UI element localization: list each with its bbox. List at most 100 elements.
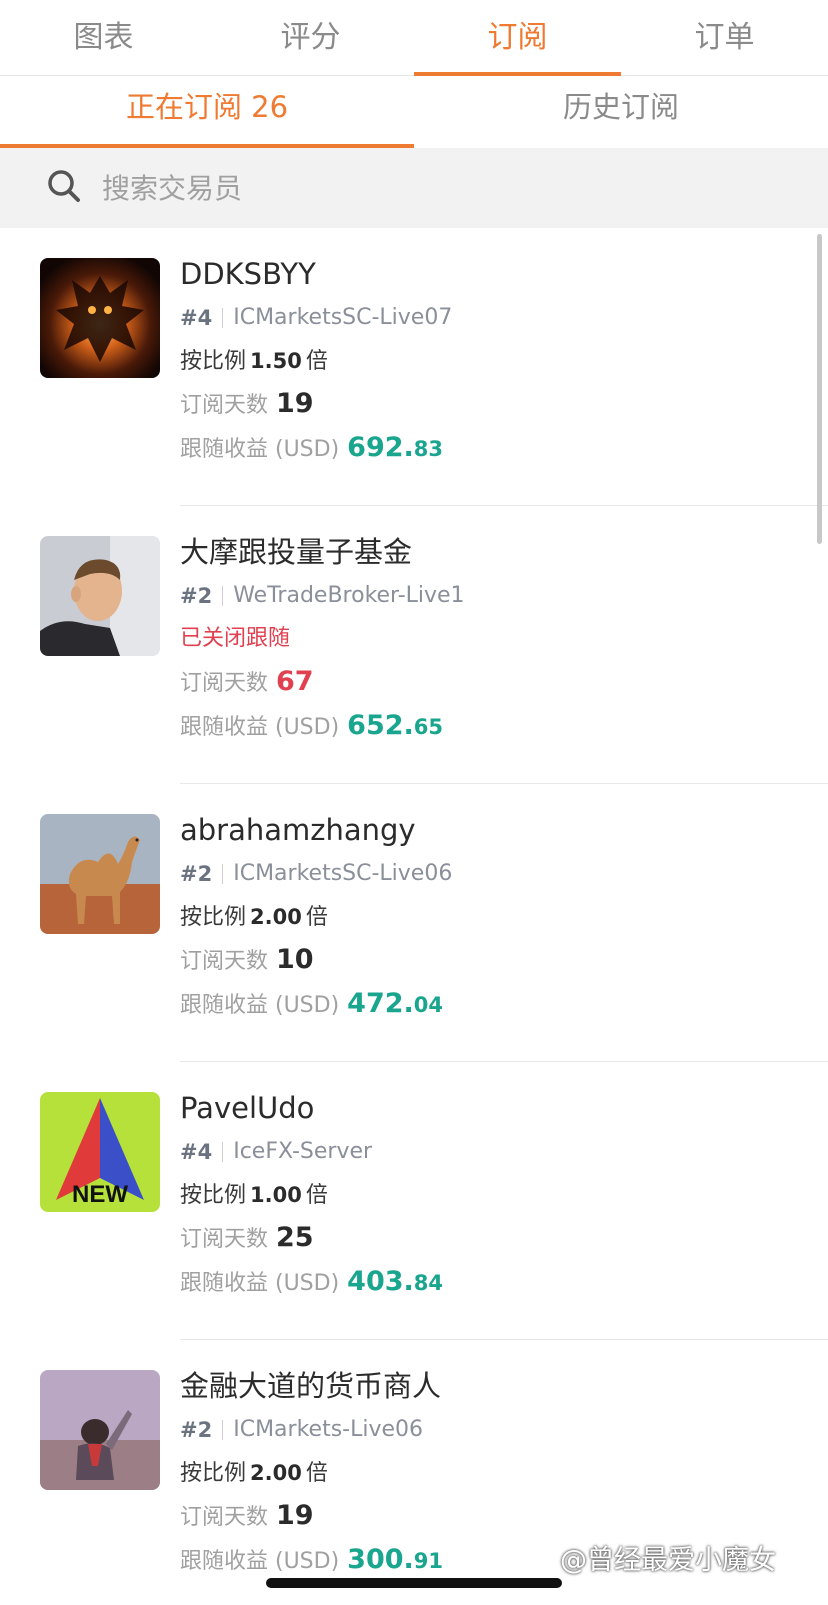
dark-demon-icon xyxy=(40,258,160,378)
profit-value: 692.83 xyxy=(347,432,444,463)
profit-value: 403.84 xyxy=(347,1266,444,1297)
scrollbar[interactable] xyxy=(817,234,822,544)
tab-label: 图表 xyxy=(73,19,134,55)
profit-line: 跟随收益 (USD) 403.84 xyxy=(180,1260,808,1304)
days-value: 19 xyxy=(276,388,314,419)
profit-label: 跟随收益 (USD) xyxy=(180,715,340,740)
tab-label: 订阅 xyxy=(487,19,548,55)
rank-badge: #4 xyxy=(180,306,213,330)
server-name: ICMarkets-Live06 xyxy=(233,1417,424,1442)
days-label: 订阅天数 xyxy=(180,1505,269,1530)
ratio-unit: 倍 xyxy=(305,349,328,374)
trader-info: PavelUdo #4 IceFX-Server 按比例 1.00 倍 订阅天数 25 … xyxy=(180,1086,808,1304)
profit-label: 跟随收益 (USD) xyxy=(180,1549,340,1574)
avatar-new-label: NEW xyxy=(72,1181,128,1208)
profit-label: 跟随收益 (USD) xyxy=(180,1271,340,1296)
days-label: 订阅天数 xyxy=(180,1227,269,1252)
days-line: 订阅天数 67 xyxy=(180,660,808,704)
search-input[interactable] xyxy=(102,171,702,205)
profit-decimal: 65 xyxy=(413,715,444,739)
tab-label: 评分 xyxy=(280,19,341,55)
trader-info: 大摩跟投量子基金 #2 WeTradeBroker-Live1 已关闭跟随 订阅天… xyxy=(180,530,808,748)
trader-name: 大摩跟投量子基金 xyxy=(180,535,413,569)
profit-integer: 652. xyxy=(347,710,414,741)
tab-label: 正在订阅 26 xyxy=(125,90,289,124)
top-tab-bar: 图表 评分 订阅 订单 xyxy=(0,0,828,76)
home-indicator[interactable] xyxy=(266,1578,562,1588)
days-value: 67 xyxy=(276,666,314,697)
days-value: 25 xyxy=(276,1222,314,1253)
divider xyxy=(222,864,224,884)
trader-name: abrahamzhangy xyxy=(180,813,416,847)
child-photo-icon xyxy=(40,1370,160,1490)
new-arrow-icon: NEW xyxy=(40,1092,160,1212)
rank-badge: #2 xyxy=(180,584,213,608)
profit-decimal: 83 xyxy=(413,437,444,461)
tab-current-subscriptions[interactable]: 正在订阅 26 xyxy=(0,76,414,148)
profit-line: 跟随收益 (USD) 652.65 xyxy=(180,704,808,748)
ratio-value: 1.50 xyxy=(250,349,302,373)
days-label: 订阅天数 xyxy=(180,671,269,696)
server-line: #2 ICMarkets-Live06 xyxy=(180,1408,808,1452)
profit-line: 跟随收益 (USD) 472.04 xyxy=(180,982,808,1026)
profit-value: 652.65 xyxy=(347,710,444,741)
search-icon[interactable] xyxy=(46,168,82,208)
list-item[interactable]: 大摩跟投量子基金 #2 WeTradeBroker-Live1 已关闭跟随 订阅天… xyxy=(0,506,828,784)
trader-name: DDKSBYY xyxy=(180,257,316,291)
trader-name: PavelUdo xyxy=(180,1091,315,1125)
list-item[interactable]: abrahamzhangy #2 ICMarketsSC-Live06 按比例 2.… xyxy=(0,784,828,1062)
ratio-unit: 倍 xyxy=(305,905,328,930)
trader-info: abrahamzhangy #2 ICMarketsSC-Live06 按比例 2.… xyxy=(180,808,808,1026)
profit-integer: 472. xyxy=(347,988,414,1019)
server-name: IceFX-Server xyxy=(233,1139,373,1164)
ratio-value: 1.00 xyxy=(250,1183,302,1207)
ratio-value: 2.00 xyxy=(250,905,302,929)
tab-subscription[interactable]: 订阅 xyxy=(414,0,621,76)
rank-badge: #4 xyxy=(180,1140,213,1164)
server-line: #2 ICMarketsSC-Live06 xyxy=(180,852,808,896)
server-line: #2 WeTradeBroker-Live1 xyxy=(180,574,808,618)
trader-info: DDKSBYY #4 ICMarketsSC-Live07 按比例 1.50 倍 订阅… xyxy=(180,252,808,470)
ratio-line: 按比例 2.00 倍 xyxy=(180,896,808,938)
watermark: @曾经最爱小魔女 xyxy=(560,1545,776,1576)
divider xyxy=(222,586,224,606)
tab-label: 历史订阅 xyxy=(562,90,679,124)
list-item[interactable]: DDKSBYY #4 ICMarketsSC-Live07 按比例 1.50 倍 订阅… xyxy=(0,228,828,506)
profit-integer: 300. xyxy=(347,1544,414,1575)
tab-orders[interactable]: 订单 xyxy=(621,0,828,75)
ratio-unit: 倍 xyxy=(305,1183,328,1208)
days-line: 订阅天数 19 xyxy=(180,382,808,426)
profit-integer: 692. xyxy=(347,432,414,463)
server-name: WeTradeBroker-Live1 xyxy=(233,583,465,608)
camel-icon xyxy=(40,814,160,934)
profit-integer: 403. xyxy=(347,1266,414,1297)
ratio-unit: 倍 xyxy=(305,1461,328,1486)
tab-rating[interactable]: 评分 xyxy=(207,0,414,75)
tab-label: 订单 xyxy=(694,19,755,55)
search-bar xyxy=(0,148,828,228)
ratio-value: 2.00 xyxy=(250,1461,302,1485)
ratio-line: 按比例 1.00 倍 xyxy=(180,1174,808,1216)
profit-decimal: 84 xyxy=(413,1271,444,1295)
ratio-line: 按比例 1.50 倍 xyxy=(180,340,808,382)
status-line: 已关闭跟随 xyxy=(180,626,291,651)
ratio-label: 按比例 xyxy=(180,1183,247,1208)
tab-history-subscriptions[interactable]: 历史订阅 xyxy=(414,76,828,148)
days-value: 10 xyxy=(276,944,314,975)
divider xyxy=(222,1420,224,1440)
days-line: 订阅天数 10 xyxy=(180,938,808,982)
days-value: 19 xyxy=(276,1500,314,1531)
tab-chart[interactable]: 图表 xyxy=(0,0,207,75)
ratio-label: 按比例 xyxy=(180,1461,247,1486)
man-portrait-icon xyxy=(40,536,160,656)
divider xyxy=(222,308,224,328)
list-item[interactable]: NEW PavelUdo #4 IceFX-Server 按比例 1.00 倍 订阅天… xyxy=(0,1062,828,1340)
server-line: #4 ICMarketsSC-Live07 xyxy=(180,296,808,340)
rank-badge: #2 xyxy=(180,862,213,886)
profit-label: 跟随收益 (USD) xyxy=(180,437,340,462)
rank-badge: #2 xyxy=(180,1418,213,1442)
trader-name: 金融大道的货币商人 xyxy=(180,1369,442,1403)
server-line: #4 IceFX-Server xyxy=(180,1130,808,1174)
server-name: ICMarketsSC-Live06 xyxy=(233,861,453,886)
server-name: ICMarketsSC-Live07 xyxy=(233,305,453,330)
